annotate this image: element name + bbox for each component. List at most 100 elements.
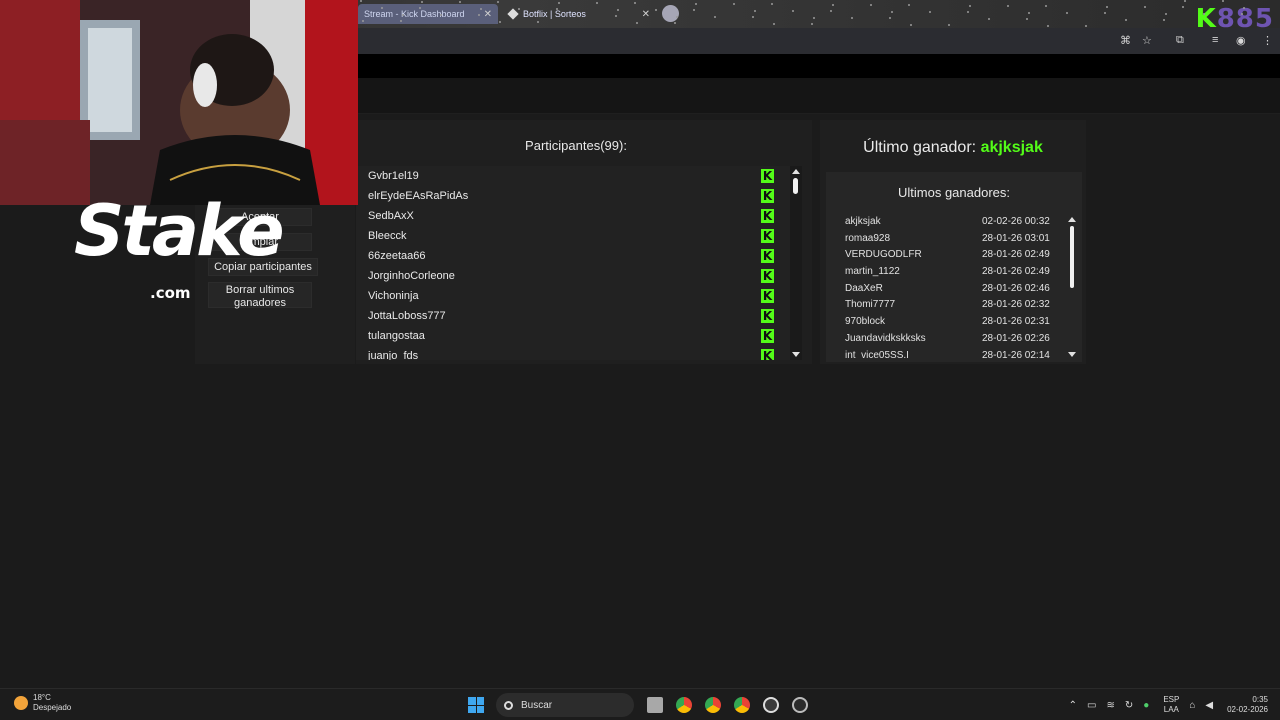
- scroll-thumb[interactable]: [1070, 226, 1074, 288]
- winner-name: akjksjak: [845, 216, 881, 227]
- obs-icon[interactable]: [792, 697, 808, 713]
- participant-name: Bleecck: [368, 230, 407, 242]
- volume-icon[interactable]: ◀: [1205, 700, 1213, 711]
- star-decoration: [1104, 12, 1106, 14]
- translate-icon[interactable]: ⌘: [1120, 34, 1131, 47]
- chrome-profile-2-icon[interactable]: [734, 697, 750, 713]
- star-decoration: [969, 5, 971, 7]
- participant-row: juanjo_fds K: [356, 346, 790, 360]
- star-decoration: [988, 18, 990, 20]
- url-field[interactable]: [358, 31, 1098, 51]
- weather-desc: Despejado: [33, 703, 72, 712]
- star-decoration: [362, 20, 364, 22]
- star-decoration: [539, 15, 541, 17]
- bookmark-star-icon[interactable]: ☆: [1142, 34, 1152, 47]
- participant-row: SedbAxX K: [356, 206, 790, 226]
- star-decoration: [792, 10, 794, 12]
- participant-name: elrEydeEAsRaPidAs: [368, 190, 469, 202]
- winner-name: VERDUGODLFR: [845, 249, 922, 261]
- star-decoration: [674, 22, 676, 24]
- chevron-up-icon[interactable]: ⌃: [1069, 700, 1077, 711]
- menu-kebab-icon[interactable]: ⋮: [1262, 34, 1273, 47]
- microphone-icon[interactable]: ●: [1143, 700, 1149, 711]
- star-decoration: [381, 7, 383, 9]
- scroll-up-icon[interactable]: [1068, 217, 1076, 222]
- winner-row: romaa928 28-01-26 03:01: [826, 231, 1066, 248]
- extensions-icon[interactable]: ⧉: [1176, 34, 1184, 47]
- winner-row: Juandavidkskksks 28-01-26 02:26: [826, 331, 1066, 348]
- winner-row: int_vice05SS.I 28-01-26 02:14: [826, 348, 1066, 359]
- winner-row: Thomi7777 28-01-26 02:32: [826, 297, 1066, 314]
- winners-scrollbar[interactable]: [1067, 214, 1077, 360]
- participant-name: Gvbr1el19: [368, 170, 419, 182]
- winners-list-title: Ultimos ganadores:: [898, 185, 1010, 200]
- star-decoration: [752, 16, 754, 18]
- star-decoration: [1144, 6, 1146, 8]
- star-decoration: [832, 4, 834, 6]
- winner-name: romaa928: [845, 232, 891, 244]
- scroll-down-icon[interactable]: [792, 352, 800, 357]
- wifi-icon[interactable]: ⌂: [1189, 700, 1195, 711]
- star-decoration: [1163, 19, 1165, 21]
- sync-icon[interactable]: ↻: [1125, 700, 1133, 711]
- webcam-overlay: [0, 0, 358, 205]
- start-windows-icon[interactable]: [468, 697, 484, 713]
- weather-temp: 18°C: [33, 693, 51, 702]
- kick-badge-icon: K: [761, 229, 774, 243]
- star-decoration: [421, 1, 423, 3]
- participants-scrollbar[interactable]: [790, 166, 802, 360]
- participant-row: Vichoninja K: [356, 286, 790, 306]
- star-decoration: [1028, 12, 1030, 14]
- weather-widget[interactable]: 18°C Despejado: [14, 693, 71, 713]
- winner-row: akjksjak 02-02-26 00:32: [826, 214, 1066, 231]
- winner-date: 28-01-26 02:46: [982, 282, 1050, 294]
- close-icon[interactable]: ✕: [484, 9, 492, 20]
- star-decoration: [1165, 13, 1167, 15]
- clock[interactable]: 0:35 02-02-2026: [1227, 695, 1268, 715]
- language-indicator[interactable]: ESP LAA: [1163, 695, 1179, 715]
- star-decoration: [518, 8, 520, 10]
- profile-icon[interactable]: ◉: [1236, 34, 1246, 47]
- chrome-icon[interactable]: [676, 697, 692, 713]
- participant-name: Vichoninja: [368, 290, 419, 302]
- kick-badge-icon: K: [761, 249, 774, 263]
- star-decoration: [577, 15, 579, 17]
- participants-list[interactable]: Gvbr1el19 KelrEydeEAsRaPidAs K SedbAxX K Blee…: [356, 166, 790, 360]
- star-decoration: [813, 17, 815, 19]
- star-decoration: [537, 21, 539, 23]
- winner-row: 970block 28-01-26 02:31: [826, 314, 1066, 331]
- participant-row: JottaLoboss777 K: [356, 306, 790, 326]
- star-decoration: [1026, 18, 1028, 20]
- star-decoration: [400, 20, 402, 22]
- winner-date: 28-01-26 02:31: [982, 316, 1050, 328]
- media-player-icon[interactable]: [763, 697, 779, 713]
- kick-badge-icon: K: [761, 329, 774, 343]
- stake-logo-tld: .com: [150, 284, 191, 302]
- scroll-down-icon[interactable]: [1068, 352, 1076, 357]
- taskbar-search[interactable]: Buscar: [496, 693, 634, 717]
- star-decoration: [967, 11, 969, 13]
- new-tab-button[interactable]: [662, 5, 679, 22]
- star-decoration: [1085, 25, 1087, 27]
- scroll-thumb[interactable]: [793, 178, 798, 194]
- tab-botflix-sorteos[interactable]: Botflix | Sorteos ✕: [503, 4, 656, 24]
- tray-app-icon[interactable]: ▭: [1087, 700, 1096, 711]
- clear-winners-button[interactable]: Borrar ultimos ganadores: [208, 282, 312, 309]
- close-icon[interactable]: ✕: [642, 9, 650, 20]
- windows-taskbar: 18°C Despejado Buscar ⌃ ▭ ≋ ↻ ● ESP LAA …: [0, 688, 1280, 720]
- media-icon[interactable]: ≡: [1212, 34, 1218, 46]
- star-decoration: [419, 7, 421, 9]
- task-view-icon[interactable]: [647, 697, 663, 713]
- participant-name: SedbAxX: [368, 210, 414, 222]
- star-decoration: [556, 8, 558, 10]
- kick-badge-icon: K: [761, 349, 774, 360]
- star-decoration: [655, 9, 657, 11]
- star-decoration: [908, 4, 910, 6]
- tab-kick-dashboard[interactable]: Stream - Kick Dashboard ✕: [358, 4, 498, 24]
- star-decoration: [1007, 5, 1009, 7]
- winners-list[interactable]: akjksjak 02-02-26 00:32 romaa928 28-01-26 0…: [826, 214, 1066, 358]
- star-decoration: [402, 14, 404, 16]
- scroll-up-icon[interactable]: [792, 169, 800, 174]
- network-icon[interactable]: ≋: [1106, 700, 1114, 711]
- chrome-profile-icon[interactable]: [705, 697, 721, 713]
